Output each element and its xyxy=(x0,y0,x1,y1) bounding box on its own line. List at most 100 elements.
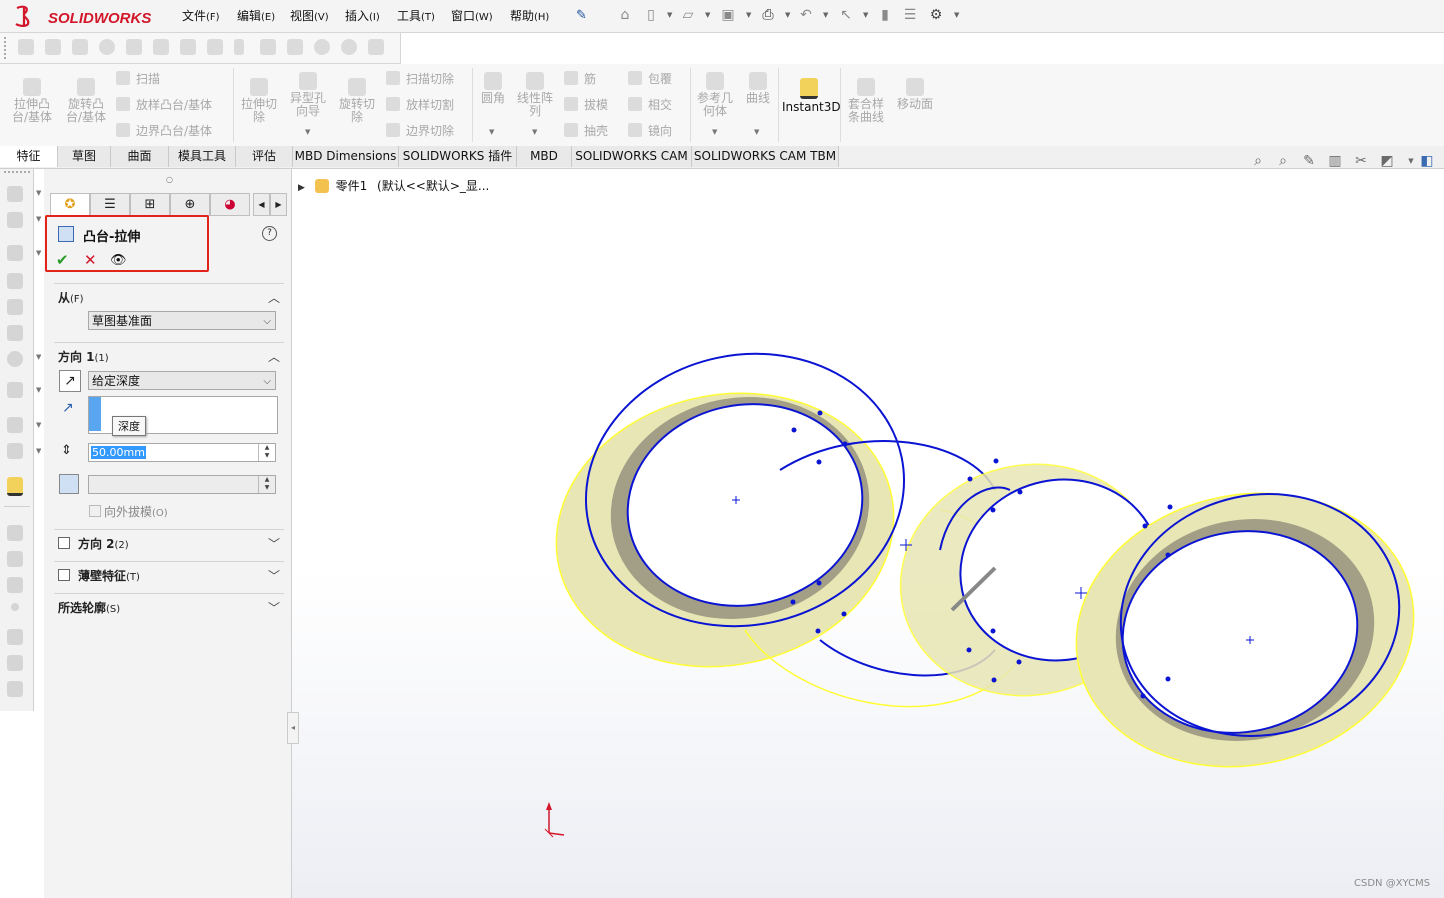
chevron-down-icon[interactable]: ▼ xyxy=(36,189,41,197)
chevron-down-icon[interactable]: ▼ xyxy=(36,386,41,394)
strip-icon-16[interactable] xyxy=(7,655,23,671)
chevron-down-icon[interactable]: ▼ xyxy=(712,128,717,136)
chevron-down-icon[interactable]: ▼ xyxy=(36,421,41,429)
preview-eye-icon[interactable]: 👁 xyxy=(110,253,127,268)
linear-pattern-button[interactable]: 线性阵列 xyxy=(514,72,556,118)
menu-help[interactable]: 帮助(H) xyxy=(510,7,549,24)
draft-toggle-icon[interactable] xyxy=(59,474,79,494)
boundary-boss-button[interactable]: 边界凸台/基体 xyxy=(116,122,212,139)
wrap-button[interactable]: 包覆 xyxy=(628,70,672,87)
chevron-down-icon[interactable]: ▼ xyxy=(36,353,41,361)
toolbar-icon-13[interactable] xyxy=(341,39,357,55)
extrude-boss-button[interactable]: 拉伸凸台/基体 xyxy=(8,78,56,124)
strip-icon-7[interactable] xyxy=(7,351,23,367)
selected-contours-section-header[interactable]: 所选轮廓(S) xyxy=(58,599,120,616)
draft-angle-input[interactable]: ▲ ▼ xyxy=(88,475,276,494)
home-icon[interactable]: ⌂ xyxy=(617,7,633,23)
chevron-down-icon[interactable]: ▼ xyxy=(36,215,41,223)
chevron-down-icon[interactable]: ▼ xyxy=(705,11,710,19)
revolve-cut-button[interactable]: 旋转切除 xyxy=(336,78,378,124)
chevron-down-icon[interactable]: ▼ xyxy=(863,11,868,19)
toolbar-icon-1[interactable] xyxy=(18,39,34,55)
new-document-icon[interactable]: ▯ xyxy=(643,7,659,23)
menu-view[interactable]: 视图(V) xyxy=(290,7,329,24)
revolve-boss-button[interactable]: 旋转凸台/基体 xyxy=(62,78,110,124)
section-view-icon[interactable]: ▥ xyxy=(1326,153,1344,169)
thin-feature-section-header[interactable]: 薄壁特征(T) xyxy=(78,567,140,584)
file-properties-icon[interactable]: ☰ xyxy=(902,7,918,23)
rings-model[interactable] xyxy=(540,340,1420,820)
sweep-cut-button[interactable]: 扫描切除 xyxy=(386,70,454,87)
strip-icon-4[interactable] xyxy=(7,273,23,289)
direction1-section-header[interactable]: 方向 1(1) xyxy=(58,348,109,365)
strip-icon-8[interactable] xyxy=(7,382,23,398)
tab-solidworks-cam[interactable]: SOLIDWORKS CAM xyxy=(572,146,692,167)
strip-icon-6[interactable] xyxy=(7,325,23,341)
chevron-down-icon[interactable]: ▼ xyxy=(754,128,759,136)
rib-button[interactable]: 筋 xyxy=(564,70,596,87)
chevron-up-icon[interactable]: ︿ xyxy=(268,348,280,365)
display-style-icon[interactable]: ◧ xyxy=(1418,153,1436,169)
tab-evaluate[interactable]: 评估 xyxy=(236,146,293,167)
toolbar-icon-8[interactable] xyxy=(207,39,223,55)
toolbar-icon-6[interactable] xyxy=(153,39,169,55)
chevron-down-icon[interactable]: ▼ xyxy=(489,128,494,136)
from-select[interactable]: 草图基准面 ⌵ xyxy=(88,311,276,330)
save-icon[interactable]: ▣ xyxy=(720,7,736,23)
strip-icon-10[interactable] xyxy=(7,443,23,459)
strip-icon-1[interactable] xyxy=(7,186,23,202)
strip-grip[interactable] xyxy=(4,171,30,174)
extrude-cut-button[interactable]: 拉伸切除 xyxy=(238,78,280,124)
chevron-down-icon[interactable]: ▼ xyxy=(785,11,790,19)
scroll-left-button[interactable]: ◀ xyxy=(253,193,270,216)
chevron-down-icon[interactable]: ▼ xyxy=(36,447,41,455)
strip-icon-12[interactable] xyxy=(7,551,23,567)
chevron-down-icon[interactable]: ▼ xyxy=(667,11,672,19)
help-icon[interactable]: ? xyxy=(262,226,277,241)
tab-solidworks-cam-tbm[interactable]: SOLIDWORKS CAM TBM xyxy=(692,146,839,167)
scroll-right-button[interactable]: ▶ xyxy=(270,193,287,216)
print-icon[interactable]: ⎙ xyxy=(760,7,776,23)
reference-geometry-button[interactable]: 参考几何体 xyxy=(694,72,736,118)
toolbar-icon-3[interactable] xyxy=(72,39,88,55)
menu-window[interactable]: 窗口(W) xyxy=(451,7,493,24)
open-folder-icon[interactable]: ▱ xyxy=(680,7,696,23)
dynamic-annotation-icon[interactable]: ✂ xyxy=(1352,153,1370,169)
shell-button[interactable]: 抽壳 xyxy=(564,122,608,139)
menu-tools[interactable]: 工具(T) xyxy=(397,7,435,24)
strip-icon-14[interactable] xyxy=(11,603,19,611)
chevron-down-icon[interactable]: ▼ xyxy=(305,128,310,136)
undo-icon[interactable]: ↶ xyxy=(798,7,814,23)
strip-icon-9[interactable] xyxy=(7,417,23,433)
zoom-to-area-icon[interactable]: ⌕ xyxy=(1274,153,1292,169)
cancel-x-icon[interactable]: ✕ xyxy=(84,251,97,269)
chevron-up-icon[interactable]: ︿ xyxy=(268,289,280,306)
ok-check-icon[interactable]: ✔ xyxy=(56,251,69,269)
chevron-down-icon[interactable]: ▼ xyxy=(823,11,828,19)
toolbar-icon-9[interactable] xyxy=(234,39,244,55)
move-face-button[interactable]: 移动面 xyxy=(893,78,937,111)
hole-wizard-button[interactable]: 异型孔向导 xyxy=(286,72,330,118)
menu-edit[interactable]: 编辑(E) xyxy=(237,7,275,24)
chevron-down-icon[interactable]: ▼ xyxy=(954,11,959,19)
toolbar-icon-11[interactable] xyxy=(287,39,303,55)
strip-icon-15[interactable] xyxy=(7,629,23,645)
mirror-button[interactable]: 镜向 xyxy=(628,122,672,139)
strip-icon-11[interactable] xyxy=(7,525,23,541)
direction2-section-header[interactable]: 方向 2(2) xyxy=(78,535,129,552)
rebuild-icon[interactable]: ▮ xyxy=(877,7,893,23)
draft-angle-spinner[interactable]: ▲ ▼ xyxy=(258,476,275,493)
splitter-handle[interactable]: ○ xyxy=(166,175,173,184)
options-gear-icon[interactable]: ⚙ xyxy=(928,7,944,23)
zoom-to-fit-icon[interactable]: ⌕ xyxy=(1249,153,1267,169)
instant3d-button[interactable]: Instant3D xyxy=(782,78,841,114)
feature-tree-flyout[interactable]: ▶ 零件1 (默认<<默认>_显... xyxy=(298,177,489,194)
tab-sketch[interactable]: 草图 xyxy=(58,146,111,167)
chevron-down-icon[interactable]: ▼ xyxy=(36,249,41,257)
chevron-down-icon[interactable]: ▼ xyxy=(746,11,751,19)
tab-mbd[interactable]: MBD xyxy=(517,146,572,167)
loft-boss-button[interactable]: 放样凸台/基体 xyxy=(116,96,212,113)
direction2-checkbox[interactable] xyxy=(58,537,70,549)
tab-mbd-dimensions[interactable]: MBD Dimensions xyxy=(293,146,399,167)
toolbar-grip[interactable] xyxy=(4,37,8,59)
